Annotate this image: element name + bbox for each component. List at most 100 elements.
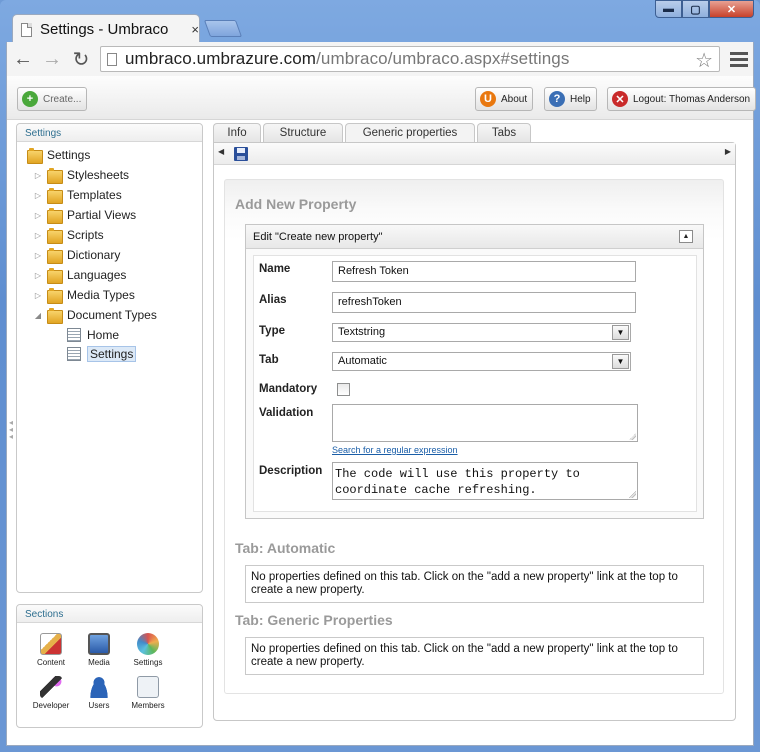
logout-label: Logout: Thomas Anderson — [633, 93, 751, 105]
folder-icon — [47, 208, 63, 224]
resize-grip-icon[interactable] — [629, 491, 636, 498]
scroll-left-icon[interactable]: ◀ — [218, 147, 224, 156]
close-window-button[interactable]: ✕ — [709, 0, 754, 18]
validation-textarea[interactable] — [332, 404, 638, 442]
mandatory-label: Mandatory — [259, 383, 318, 395]
tab-generic-properties[interactable]: Generic properties — [345, 123, 475, 142]
url-host: umbraco.umbrazure.com — [125, 49, 317, 68]
sections-panel-title: Sections — [17, 605, 202, 623]
folder-icon — [27, 148, 43, 164]
tree-item-document-types[interactable]: ◢ Document Types — [33, 306, 157, 324]
tree-item-dictionary[interactable]: ▷ Dictionary — [33, 246, 120, 264]
expand-arrow-icon[interactable]: ▷ — [33, 171, 43, 180]
section-users[interactable]: Users — [78, 676, 120, 710]
tab-info[interactable]: Info — [213, 123, 261, 142]
type-select[interactable]: Textstring ▼ — [332, 323, 631, 342]
expand-arrow-icon[interactable]: ▷ — [33, 211, 43, 220]
section-label: Media — [88, 658, 110, 667]
tree-item-home[interactable]: Home — [67, 326, 119, 344]
tab-structure[interactable]: Structure — [263, 123, 343, 142]
maximize-button[interactable]: ▢ — [682, 0, 709, 18]
browser-toolbar: ← → ↻ umbraco.umbrazure.com/umbraco/umbr… — [6, 42, 754, 76]
scroll-right-icon[interactable]: ▶ — [725, 147, 731, 156]
close-tab-icon[interactable]: × — [191, 22, 199, 37]
tab-tabs[interactable]: Tabs — [477, 123, 531, 142]
browser-tab[interactable]: Settings - Umbraco × — [12, 14, 200, 44]
expand-arrow-icon[interactable]: ▷ — [33, 251, 43, 260]
folder-icon — [47, 268, 63, 284]
bookmark-star-icon[interactable]: ☆ — [695, 48, 713, 73]
help-button[interactable]: ? Help — [544, 87, 597, 111]
folder-icon — [47, 188, 63, 204]
browser-window: Settings - Umbraco × ▬ ▢ ✕ ← → ↻ umbraco… — [0, 0, 760, 752]
resize-grip-icon[interactable] — [629, 433, 636, 440]
description-textarea[interactable]: The code will use this property to coord… — [332, 462, 638, 500]
address-bar[interactable]: umbraco.umbrazure.com/umbraco/umbraco.as… — [100, 46, 720, 72]
main-area: Info Structure Generic properties Tabs ◀… — [213, 123, 736, 721]
chevron-down-icon[interactable]: ▼ — [612, 354, 629, 369]
tab-automatic-message: No properties defined on this tab. Click… — [245, 565, 704, 603]
about-button[interactable]: U About — [475, 87, 534, 111]
section-settings[interactable]: Settings — [127, 633, 169, 667]
edit-property-header: Edit "Create new property" ▲ — [246, 225, 703, 249]
expand-arrow-icon[interactable]: ▷ — [33, 191, 43, 200]
collapse-button[interactable]: ▲ — [679, 230, 693, 243]
page-content: + Create... U About ? Help ✕ Logout: Tho… — [6, 76, 757, 746]
expand-arrow-icon[interactable]: ▷ — [33, 271, 43, 280]
tab-select[interactable]: Automatic ▼ — [332, 352, 631, 371]
expand-arrow-icon[interactable]: ▷ — [33, 291, 43, 300]
browser-menu-icon[interactable] — [730, 51, 748, 67]
section-label: Content — [36, 658, 66, 667]
chevron-down-icon[interactable]: ▼ — [612, 325, 629, 340]
validation-label: Validation — [259, 407, 314, 419]
tree-item-media-types[interactable]: ▷ Media Types — [33, 286, 135, 304]
tab-automatic-heading: Tab: Automatic — [235, 540, 336, 556]
section-media[interactable]: Media — [78, 633, 120, 667]
alias-label: Alias — [259, 294, 287, 306]
tree-item-templates[interactable]: ▷ Templates — [33, 186, 122, 204]
panel-resize-grip[interactable]: ◂ ◂ ◂ — [9, 419, 13, 441]
create-button[interactable]: + Create... — [17, 87, 88, 111]
type-selected-value: Textstring — [338, 326, 386, 338]
tree-item-partial-views[interactable]: ▷ Partial Views — [33, 206, 136, 224]
tree-item-settings-doctype[interactable]: Settings — [67, 345, 137, 363]
page-icon — [21, 22, 32, 37]
folder-icon — [47, 168, 63, 184]
minimize-button[interactable]: ▬ — [655, 0, 682, 18]
section-developer[interactable]: Developer — [30, 676, 72, 710]
umbraco-logo-icon: U — [480, 91, 496, 107]
name-input[interactable]: Refresh Token — [332, 261, 636, 282]
tree-item-scripts[interactable]: ▷ Scripts — [33, 226, 104, 244]
media-icon — [88, 633, 110, 655]
section-label: Settings — [133, 658, 163, 667]
description-value: The code will use this property to coord… — [335, 467, 580, 497]
reload-icon[interactable]: ↻ — [68, 46, 94, 72]
tree-item-languages[interactable]: ▷ Languages — [33, 266, 126, 284]
new-tab-button[interactable] — [203, 20, 243, 37]
section-members[interactable]: Members — [127, 676, 169, 710]
editor-tabs: Info Structure Generic properties Tabs — [213, 123, 533, 142]
collapse-arrow-icon[interactable]: ◢ — [33, 311, 43, 320]
page-icon — [107, 52, 117, 66]
save-icon[interactable] — [234, 147, 248, 161]
mandatory-checkbox[interactable] — [337, 383, 350, 396]
tab-label: Tab — [259, 354, 279, 366]
editor-panel: ◀ ▶ Add New Property Edit "Create new pr… — [213, 142, 736, 721]
umbraco-top-bar: + Create... U About ? Help ✕ Logout: Tho… — [7, 76, 757, 120]
tree-root-settings[interactable]: Settings — [27, 146, 90, 164]
forward-arrow-icon[interactable]: → — [39, 46, 65, 72]
magic-wand-icon — [40, 676, 62, 698]
expand-arrow-icon[interactable]: ▷ — [33, 231, 43, 240]
folder-icon — [47, 248, 63, 264]
member-card-icon — [137, 676, 159, 698]
browser-tab-title: Settings - Umbraco — [39, 21, 169, 38]
content-icon — [40, 633, 62, 655]
regex-search-link[interactable]: Search for a regular expression — [332, 445, 458, 455]
alias-input[interactable]: refreshToken — [332, 292, 636, 313]
name-label: Name — [259, 263, 291, 275]
tree-item-stylesheets[interactable]: ▷ Stylesheets — [33, 166, 129, 184]
logout-button[interactable]: ✕ Logout: Thomas Anderson — [607, 87, 757, 111]
section-content[interactable]: Content — [30, 633, 72, 667]
type-label: Type — [259, 325, 285, 337]
back-arrow-icon[interactable]: ← — [10, 46, 36, 72]
